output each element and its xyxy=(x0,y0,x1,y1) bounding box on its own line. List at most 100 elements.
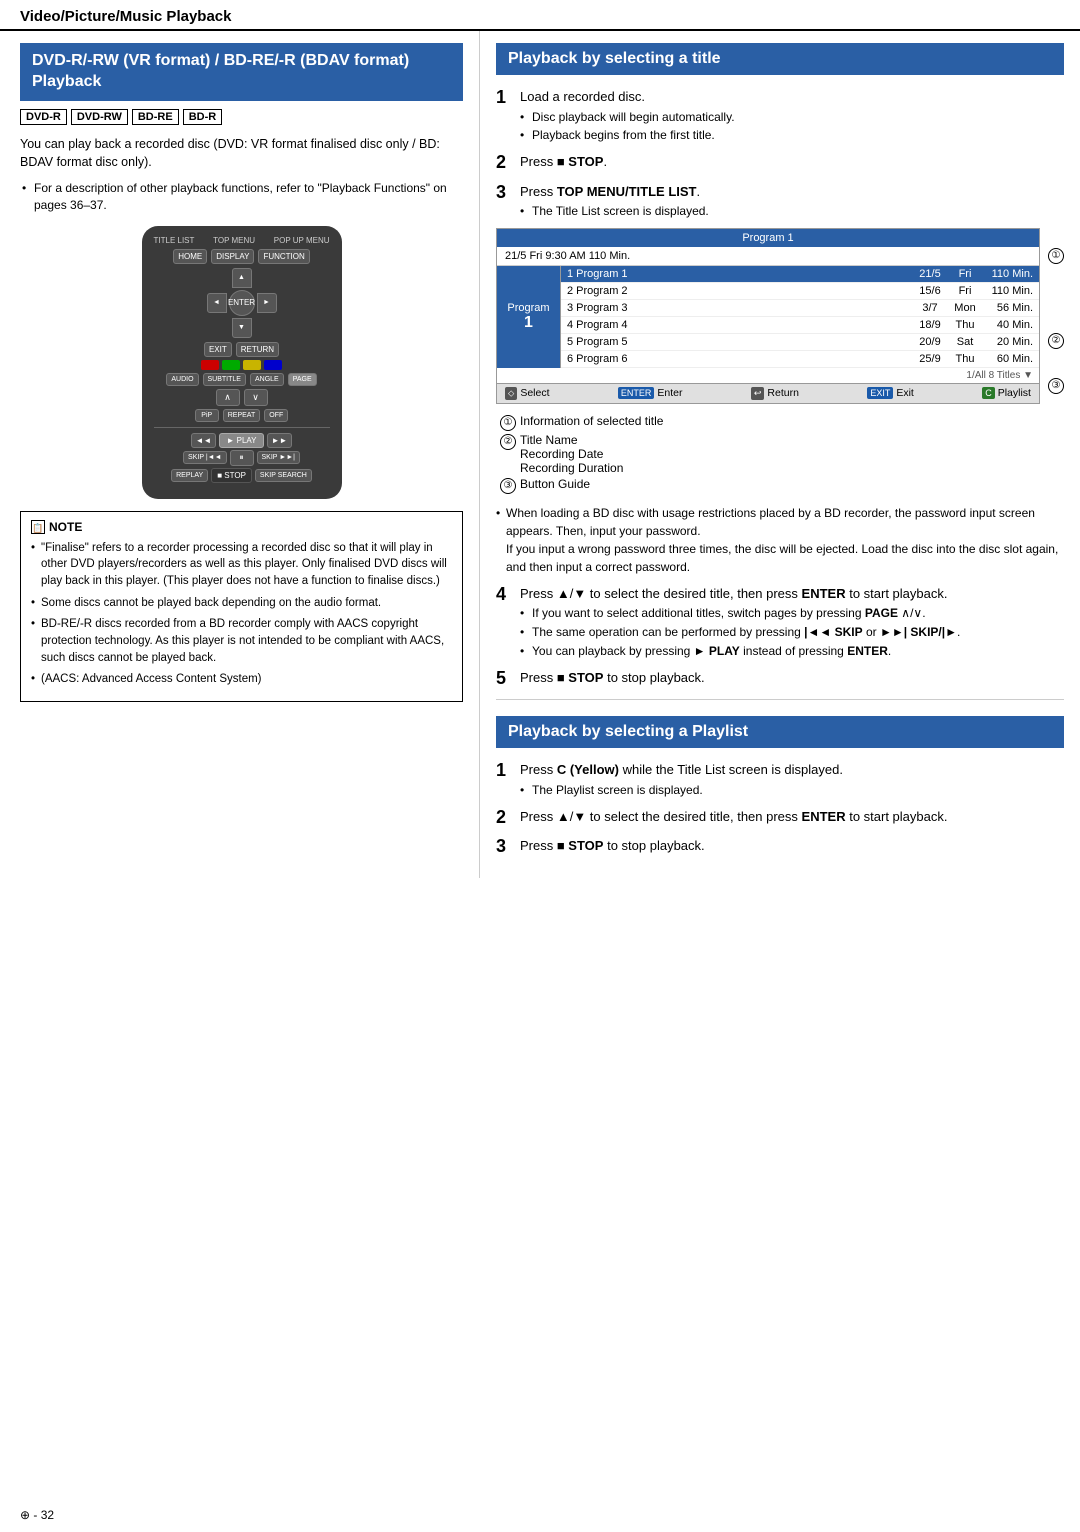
tls-row-day-0: Fri xyxy=(951,268,979,280)
step-content-3: Press TOP MENU/TITLE LIST.The Title List… xyxy=(520,182,1064,220)
dvd-section-title: DVD-R/-RW (VR format) / BD-RE/-R (BDAV f… xyxy=(20,43,463,101)
playlist-step-content-1: Press C (Yellow) while the Title List sc… xyxy=(520,760,1064,798)
tls-table: 1 Program 121/5Fri110 Min.2 Program 215/… xyxy=(561,266,1039,368)
note-bullets: "Finalise" refers to a recorder processi… xyxy=(31,540,452,688)
playlist-step-content-3: Press ■ STOP to stop playback. xyxy=(520,836,1064,858)
top-menu-label: TOP MENU xyxy=(213,236,255,245)
tls-row-name-4: 5 Program 5 xyxy=(567,336,909,348)
ctrl-enter: ENTER Enter xyxy=(618,387,683,400)
tls-row-date-0: 21/5 xyxy=(909,268,951,280)
step-4: 4Press ▲/▼ to select the desired title, … xyxy=(496,584,1064,660)
tls-row-day-4: Sat xyxy=(951,336,979,348)
skip-search-btn: SKIP SEARCH xyxy=(255,469,312,482)
yellow-btn xyxy=(243,360,261,370)
note-title: 📋 NOTE xyxy=(31,520,452,534)
playlist-step-num-3: 3 xyxy=(496,836,512,858)
tls-sub-header: 21/5 Fri 9:30 AM 110 Min. xyxy=(497,247,1039,266)
tls-row-day-5: Thu xyxy=(951,353,979,365)
page-arrows-row: ∧ ∨ xyxy=(154,389,330,406)
bd-note-text: When loading a BD disc with usage restri… xyxy=(496,504,1064,576)
badge-dvd-r: DVD-R xyxy=(20,109,67,125)
playlist-section: Playback by selecting a Playlist 1Press … xyxy=(496,716,1064,857)
steps-4-5: 4Press ▲/▼ to select the desired title, … xyxy=(496,584,1064,689)
step-content-5: Press ■ STOP to stop playback. xyxy=(520,668,1064,690)
title-list-screen: Program 1 21/5 Fri 9:30 AM 110 Min. Prog… xyxy=(496,228,1040,404)
footer-page: - 32 xyxy=(33,1508,54,1522)
section-divider xyxy=(496,699,1064,700)
header-title: Video/Picture/Music Playback xyxy=(20,8,231,25)
tls-row-name-1: 2 Program 2 xyxy=(567,285,909,297)
title-list-label: TITLE LIST xyxy=(154,236,195,245)
step-text-3: Press TOP MENU/TITLE LIST. xyxy=(520,182,1064,202)
ctrl-exit: EXIT Exit xyxy=(867,387,914,400)
anno-1-marker: ① xyxy=(1048,248,1064,264)
blue-btn xyxy=(264,360,282,370)
playlist-step-2: 2 Press ▲/▼ to select the desired title, … xyxy=(496,807,1064,829)
badge-bd-re: BD-RE xyxy=(132,109,179,125)
sidebar-num: 1 xyxy=(524,314,533,332)
tls-row-dur-2: 56 Min. xyxy=(979,302,1033,314)
page-up-btn: ∧ xyxy=(216,389,240,406)
tls-row-dur-1: 110 Min. xyxy=(979,285,1033,297)
return-btn: RETURN xyxy=(236,342,279,357)
intro-text: You can play back a recorded disc (DVD: … xyxy=(20,135,463,173)
playlist-icon: C xyxy=(982,387,995,399)
anno-2-label: Title NameRecording DateRecording Durati… xyxy=(520,433,623,475)
playlist-step-num-1: 1 xyxy=(496,760,512,782)
badge-dvd-rw: DVD-RW xyxy=(71,109,128,125)
subtitle-btn: SUBTITLE xyxy=(203,373,246,386)
tls-row-date-2: 3/7 xyxy=(909,302,951,314)
exit-btn: EXIT xyxy=(204,342,232,357)
step-num-3: 3 xyxy=(496,182,512,204)
note-bullet-0: "Finalise" refers to a recorder processi… xyxy=(31,540,452,590)
step-content-1: Load a recorded disc.Disc playback will … xyxy=(520,87,1064,144)
page-footer: ⊕ - 32 xyxy=(20,1508,54,1522)
remote-top-labels: TITLE LIST TOP MENU POP UP MENU xyxy=(154,236,330,245)
steps-1-3: 1Load a recorded disc.Disc playback will… xyxy=(496,87,1064,220)
tls-row-name-5: 6 Program 6 xyxy=(567,353,909,365)
playlist-step-text-2: Press ▲/▼ to select the desired title, t… xyxy=(520,807,1064,827)
tls-header: Program 1 xyxy=(497,229,1039,247)
step-content-2: Press ■ STOP. xyxy=(520,152,1064,174)
function-btn: FUNCTION xyxy=(258,249,309,264)
step-text-4: Press ▲/▼ to select the desired title, t… xyxy=(520,584,1064,604)
anno-3-label: Button Guide xyxy=(520,477,590,491)
remote-divider xyxy=(154,427,330,428)
step-content-4: Press ▲/▼ to select the desired title, t… xyxy=(520,584,1064,660)
tls-row-name-0: 1 Program 1 xyxy=(567,268,909,280)
tls-controls: ⬦ Select ENTER Enter ↩ Return EXIT Exit xyxy=(497,383,1039,403)
enter-icon: ENTER xyxy=(618,387,655,399)
page-down-btn: ∨ xyxy=(244,389,268,406)
format-badges: DVD-R DVD-RW BD-RE BD-R xyxy=(20,109,463,125)
tls-row-date-5: 25/9 xyxy=(909,353,951,365)
ctrl-playlist: C Playlist xyxy=(982,387,1031,400)
anno-1-label: Information of selected title xyxy=(520,414,663,428)
playlist-step-content-2: Press ▲/▼ to select the desired title, t… xyxy=(520,807,1064,829)
angle-btn: ANGLE xyxy=(250,373,284,386)
anno-1-num: ① xyxy=(500,415,516,431)
playlist-step-3: 3 Press ■ STOP to stop playback. xyxy=(496,836,1064,858)
step-5: 5Press ■ STOP to stop playback. xyxy=(496,668,1064,690)
audio-subtitle-row: AUDIO SUBTITLE ANGLE PAGE xyxy=(154,373,330,386)
tls-row-name-2: 3 Program 3 xyxy=(567,302,909,314)
tls-row-date-4: 20/9 xyxy=(909,336,951,348)
step-3: 3 Press TOP MENU/TITLE LIST.The Title Lis… xyxy=(496,182,1064,220)
step-num-2: 2 xyxy=(496,152,512,174)
tls-row-dur-4: 20 Min. xyxy=(979,336,1033,348)
tls-row-date-1: 15/6 xyxy=(909,285,951,297)
step-text-5: Press ■ STOP to stop playback. xyxy=(520,668,1064,688)
home-btn: HOME xyxy=(173,249,207,264)
stop-btn: ■ STOP xyxy=(211,468,252,483)
dpad-right: ► xyxy=(257,293,277,313)
footer-circle: ⊕ xyxy=(20,1508,30,1522)
audio-btn: AUDIO xyxy=(166,373,198,386)
note-box: 📋 NOTE "Finalise" refers to a recorder p… xyxy=(20,511,463,702)
playlist-step-1: 1 Press C (Yellow) while the Title List s… xyxy=(496,760,1064,798)
transport-row-1: ◄◄ ► PLAY ►► xyxy=(154,433,330,448)
playlist-step-num-2: 2 xyxy=(496,807,512,829)
step-1: 1Load a recorded disc.Disc playback will… xyxy=(496,87,1064,144)
tls-row-1: 2 Program 215/6Fri110 Min. xyxy=(561,283,1039,300)
step-sub-1-1: Playback begins from the first title. xyxy=(520,127,1064,144)
section1-heading: Playback by selecting a title xyxy=(496,43,1064,75)
pip-btn: PiP xyxy=(195,409,219,422)
